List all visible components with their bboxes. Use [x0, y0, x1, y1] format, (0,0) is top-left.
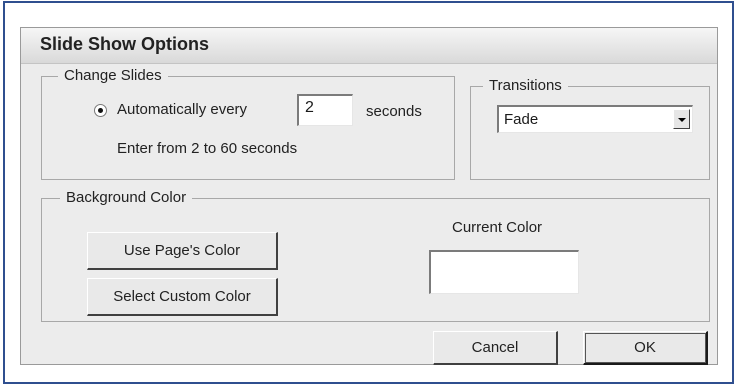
change-slides-legend: Change Slides	[58, 67, 168, 85]
interval-hint: Enter from 2 to 60 seconds	[117, 140, 298, 157]
interval-seconds-input[interactable]: 2	[297, 94, 353, 126]
auto-advance-label: Automatically every	[117, 101, 248, 118]
current-color-label: Current Color	[452, 219, 543, 236]
radio-selected-dot	[98, 108, 103, 113]
current-color-swatch	[429, 250, 579, 294]
ok-button[interactable]: OK	[583, 331, 708, 365]
transitions-legend: Transitions	[483, 77, 568, 95]
auto-advance-radio[interactable]	[94, 104, 107, 117]
background-color-legend: Background Color	[60, 189, 193, 207]
use-page-color-button[interactable]: Use Page's Color	[87, 232, 278, 270]
dialog-titlebar: Slide Show Options	[21, 28, 717, 64]
seconds-label: seconds	[366, 103, 422, 120]
select-custom-color-button[interactable]: Select Custom Color	[87, 278, 278, 316]
cancel-button[interactable]: Cancel	[433, 331, 558, 365]
transitions-group: Transitions Fade	[470, 77, 710, 180]
transition-selected-value: Fade	[504, 111, 539, 128]
chevron-down-icon[interactable]	[673, 109, 690, 129]
dialog-title: Slide Show Options	[40, 34, 210, 54]
background-color-group: Background Color Use Page's Color Select…	[41, 189, 710, 322]
slide-show-options-dialog: Slide Show Options Change Slides Automat…	[20, 27, 718, 365]
change-slides-group: Change Slides Automatically every 2 seco…	[41, 67, 455, 180]
transition-select[interactable]: Fade	[497, 105, 693, 133]
